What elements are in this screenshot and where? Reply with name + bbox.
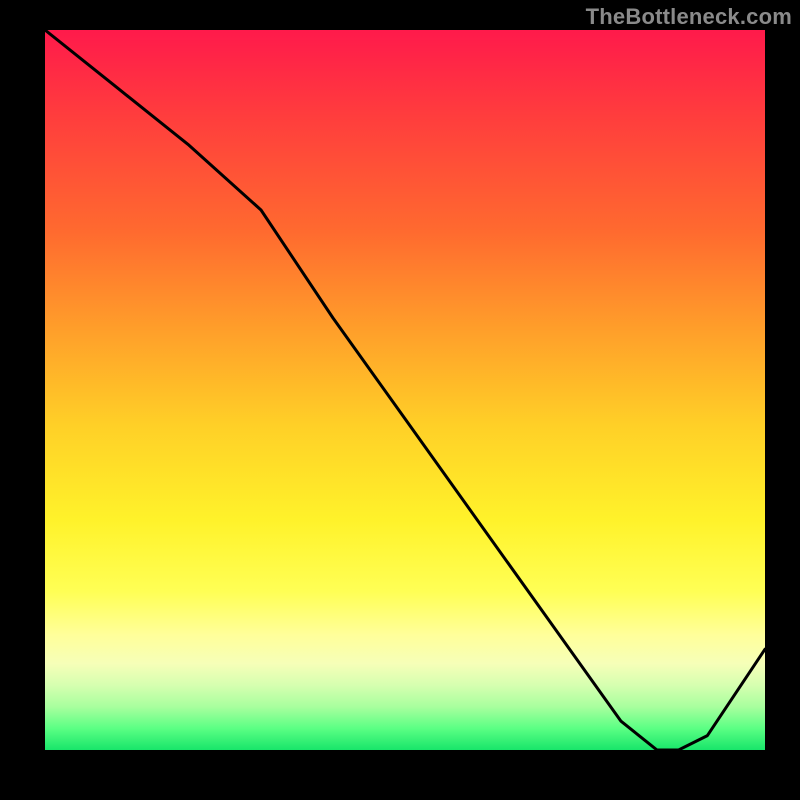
chart-frame: TheBottleneck.com <box>0 0 800 800</box>
plot-area <box>45 30 765 750</box>
curve-line <box>45 30 765 750</box>
attribution-text: TheBottleneck.com <box>586 4 792 30</box>
